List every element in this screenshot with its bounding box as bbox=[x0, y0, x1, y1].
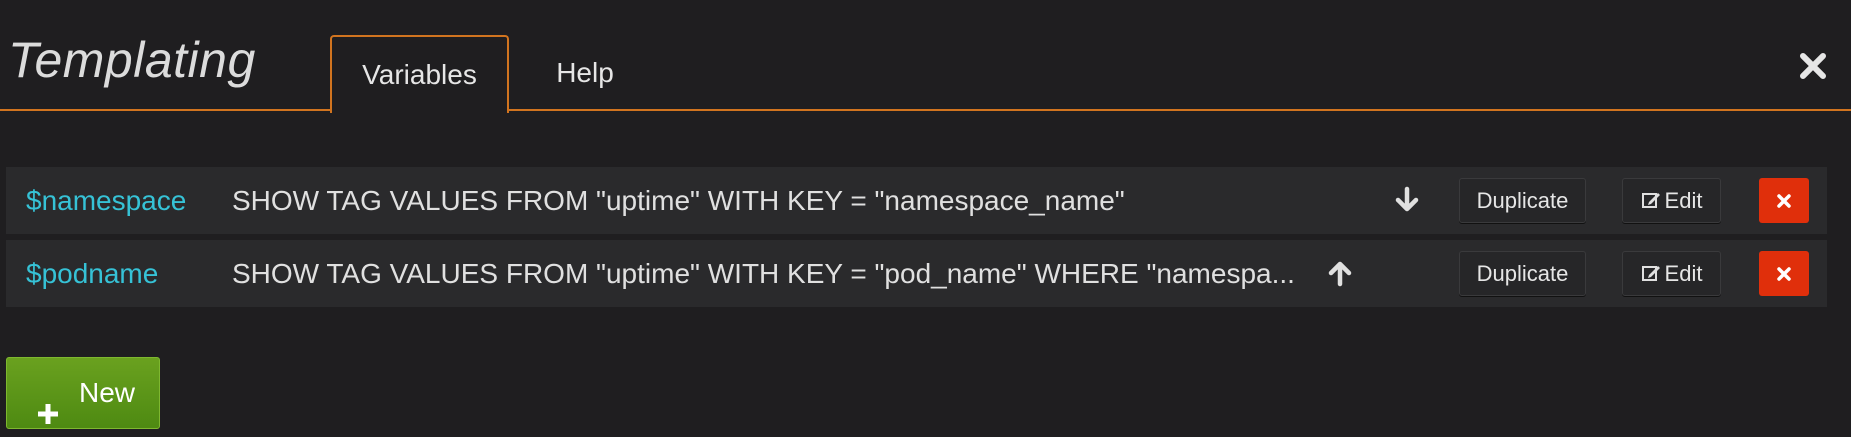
edit-label: Edit bbox=[1664, 188, 1703, 213]
variable-name-link[interactable]: $namespace bbox=[26, 167, 186, 234]
edit-button[interactable]: Edit bbox=[1622, 178, 1721, 223]
variable-list: $namespace SHOW TAG VALUES FROM "uptime"… bbox=[6, 167, 1827, 313]
new-button-label: New bbox=[79, 377, 136, 408]
tab-variables[interactable]: Variables bbox=[330, 35, 509, 113]
plus-icon bbox=[36, 382, 60, 424]
editor-header: Templating Variables Help bbox=[0, 0, 1851, 113]
edit-button[interactable]: Edit bbox=[1622, 251, 1721, 296]
delete-button[interactable] bbox=[1759, 178, 1809, 223]
delete-button[interactable] bbox=[1759, 251, 1809, 296]
variable-query: SHOW TAG VALUES FROM "uptime" WITH KEY =… bbox=[232, 258, 1295, 289]
variable-row: $podname SHOW TAG VALUES FROM "uptime" W… bbox=[6, 240, 1827, 307]
variable-name-link[interactable]: $podname bbox=[26, 240, 158, 307]
times-icon bbox=[1777, 194, 1791, 208]
templating-editor: Templating Variables Help $namespace SHO… bbox=[0, 0, 1851, 437]
close-icon[interactable] bbox=[1795, 48, 1831, 84]
times-icon bbox=[1777, 267, 1791, 281]
edit-label: Edit bbox=[1664, 261, 1703, 286]
duplicate-button[interactable]: Duplicate bbox=[1459, 178, 1586, 223]
tab-help[interactable]: Help bbox=[548, 35, 622, 111]
new-variable-button[interactable]: New bbox=[6, 357, 160, 429]
variable-query: SHOW TAG VALUES FROM "uptime" WITH KEY =… bbox=[232, 185, 1125, 216]
duplicate-button[interactable]: Duplicate bbox=[1459, 251, 1586, 296]
edit-icon bbox=[1641, 254, 1661, 281]
variable-row: $namespace SHOW TAG VALUES FROM "uptime"… bbox=[6, 167, 1827, 234]
edit-icon bbox=[1641, 181, 1661, 208]
page-title: Templating bbox=[8, 32, 256, 88]
arrow-down-icon[interactable] bbox=[1393, 186, 1421, 214]
arrow-up-icon[interactable] bbox=[1326, 259, 1354, 287]
